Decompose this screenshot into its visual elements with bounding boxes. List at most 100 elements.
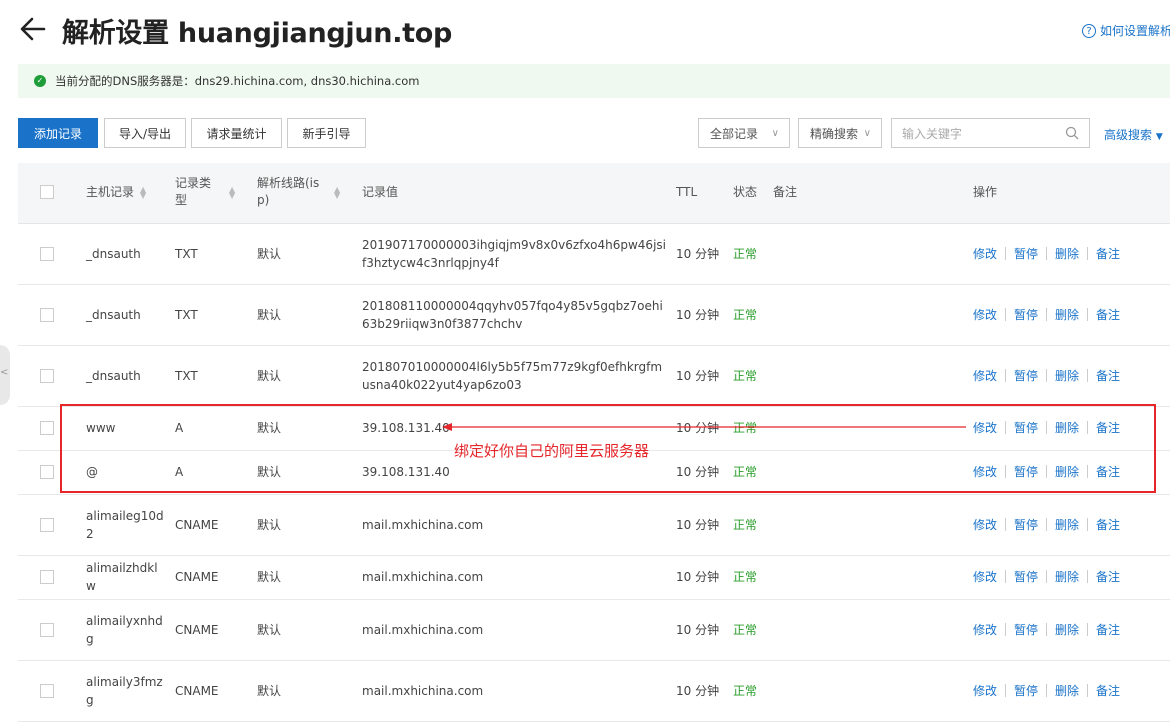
- edit-button[interactable]: 修改: [973, 516, 997, 533]
- header-type-label: 记录类型: [175, 176, 212, 207]
- ttl-value: 10 分钟: [676, 683, 720, 698]
- request-stats-button[interactable]: 请求量统计: [191, 118, 282, 148]
- header-host[interactable]: 主机记录 ▲ ▼: [86, 184, 146, 201]
- action-divider: [1005, 683, 1007, 697]
- delete-button[interactable]: 删除: [1055, 516, 1079, 533]
- remark-button[interactable]: 备注: [1096, 568, 1120, 585]
- back-arrow-icon[interactable]: [18, 14, 48, 44]
- action-divider: [1087, 570, 1089, 583]
- action-divider: [1046, 517, 1048, 531]
- add-record-button[interactable]: 添加记录: [18, 118, 98, 148]
- delete-button[interactable]: 删除: [1055, 245, 1079, 262]
- select-all-checkbox[interactable]: [40, 185, 54, 199]
- pause-button[interactable]: 暂停: [1014, 306, 1038, 323]
- row-checkbox[interactable]: [40, 622, 54, 637]
- row-checkbox[interactable]: [40, 517, 54, 532]
- ttl-value: 10 分钟: [676, 246, 720, 261]
- pause-button[interactable]: 暂停: [1014, 682, 1038, 699]
- ttl-value: 10 分钟: [676, 307, 720, 322]
- delete-button[interactable]: 删除: [1055, 682, 1079, 699]
- row-actions: 修改 暂停 删除 备注: [973, 621, 1120, 638]
- remark-button[interactable]: 备注: [1096, 621, 1120, 638]
- header-type[interactable]: 记录类型: [175, 175, 213, 209]
- ttl-value: 10 分钟: [676, 368, 720, 383]
- delete-button[interactable]: 删除: [1055, 621, 1079, 638]
- chevron-down-icon: ∨: [863, 127, 871, 139]
- table-row: _dnsauth TXT 默认 201807010000004l6ly5b5f75m7…: [18, 345, 1170, 407]
- action-divider: [1005, 246, 1007, 260]
- action-divider: [1087, 622, 1089, 636]
- row-actions: 修改 暂停 删除 备注: [973, 245, 1120, 262]
- action-divider: [1046, 683, 1048, 697]
- action-divider: [1005, 517, 1007, 531]
- import-export-button[interactable]: 导入/导出: [104, 118, 186, 148]
- sort-icon[interactable]: ▲ ▼: [229, 186, 235, 200]
- header-host-label: 主机记录: [86, 185, 135, 199]
- sidebar-collapse-tab[interactable]: <: [0, 345, 10, 405]
- edit-button[interactable]: 修改: [973, 367, 997, 384]
- pause-button[interactable]: 暂停: [1014, 245, 1038, 262]
- remark-button[interactable]: 备注: [1096, 516, 1120, 533]
- record-filter-select[interactable]: 全部记录 ∨: [698, 118, 790, 148]
- question-icon: ?: [1082, 23, 1096, 38]
- resolve-line: 默认: [257, 368, 282, 383]
- row-checkbox[interactable]: [40, 246, 54, 261]
- header-remark: 备注: [773, 185, 798, 199]
- record-filter-label: 全部记录: [710, 126, 759, 141]
- status-text: 正常: [733, 570, 758, 584]
- action-divider: [1087, 368, 1089, 382]
- host-record: alimailzhdklw: [86, 561, 158, 593]
- chevron-left-icon: <: [0, 367, 9, 378]
- row-checkbox[interactable]: [40, 570, 54, 584]
- edit-button[interactable]: 修改: [973, 245, 997, 262]
- pause-button[interactable]: 暂停: [1014, 367, 1038, 384]
- row-checkbox[interactable]: [40, 683, 54, 698]
- help-link[interactable]: ? 如何设置解析: [1082, 22, 1170, 39]
- header-line[interactable]: 解析线路(isp): [257, 175, 321, 209]
- notice-text: 当前分配的DNS服务器是：dns29.hichina.com, dns30.hi…: [55, 74, 420, 88]
- delete-button[interactable]: 删除: [1055, 568, 1079, 585]
- pause-button[interactable]: 暂停: [1014, 568, 1038, 585]
- record-type: CNAME: [175, 622, 219, 637]
- edit-button[interactable]: 修改: [973, 306, 997, 323]
- action-divider: [1046, 368, 1048, 382]
- search-mode-select[interactable]: 精确搜索 ∨: [798, 118, 882, 148]
- remark-button[interactable]: 备注: [1096, 682, 1120, 699]
- action-divider: [1005, 622, 1007, 636]
- edit-button[interactable]: 修改: [973, 682, 997, 699]
- action-divider: [1005, 368, 1007, 382]
- advanced-search-link[interactable]: 高级搜索 ▼: [1104, 126, 1163, 143]
- remark-button[interactable]: 备注: [1096, 367, 1120, 384]
- row-checkbox[interactable]: [40, 368, 54, 383]
- remark-button[interactable]: 备注: [1096, 306, 1120, 323]
- pause-button[interactable]: 暂停: [1014, 621, 1038, 638]
- action-divider: [1087, 517, 1089, 531]
- delete-button[interactable]: 删除: [1055, 367, 1079, 384]
- table-row: _dnsauth TXT 默认 201907170000003ihgiqjm9v8x0…: [18, 223, 1170, 285]
- host-record: _dnsauth: [86, 368, 141, 383]
- row-actions: 修改 暂停 删除 备注: [973, 367, 1120, 384]
- search-placeholder: 输入关键字: [902, 126, 963, 141]
- header-value: 记录值: [362, 185, 399, 199]
- edit-button[interactable]: 修改: [973, 568, 997, 585]
- row-checkbox[interactable]: [40, 465, 54, 479]
- record-value: 201808110000004qqyhv057fqo4y85v5gqbz7oeh…: [362, 298, 663, 331]
- ttl-value: 10 分钟: [676, 517, 720, 532]
- record-type: CNAME: [175, 683, 219, 698]
- status-text: 正常: [733, 246, 758, 261]
- remark-button[interactable]: 备注: [1096, 245, 1120, 262]
- row-checkbox[interactable]: [40, 307, 54, 322]
- edit-button[interactable]: 修改: [973, 621, 997, 638]
- pause-button[interactable]: 暂停: [1014, 516, 1038, 533]
- ttl-value: 10 分钟: [676, 622, 720, 637]
- row-checkbox[interactable]: [40, 421, 54, 435]
- beginner-guide-button[interactable]: 新手引导: [287, 118, 366, 148]
- host-record: _dnsauth: [86, 246, 141, 261]
- table-row: alimaily3fmzg CNAME 默认 mail.mxhichina.com 10…: [18, 660, 1170, 722]
- delete-button[interactable]: 删除: [1055, 306, 1079, 323]
- search-mode-label: 精确搜索: [810, 126, 859, 141]
- search-icon[interactable]: [1065, 126, 1079, 140]
- status-text: 正常: [733, 307, 758, 322]
- sort-icon[interactable]: ▲ ▼: [334, 186, 340, 200]
- keyword-search-input[interactable]: 输入关键字: [891, 118, 1090, 148]
